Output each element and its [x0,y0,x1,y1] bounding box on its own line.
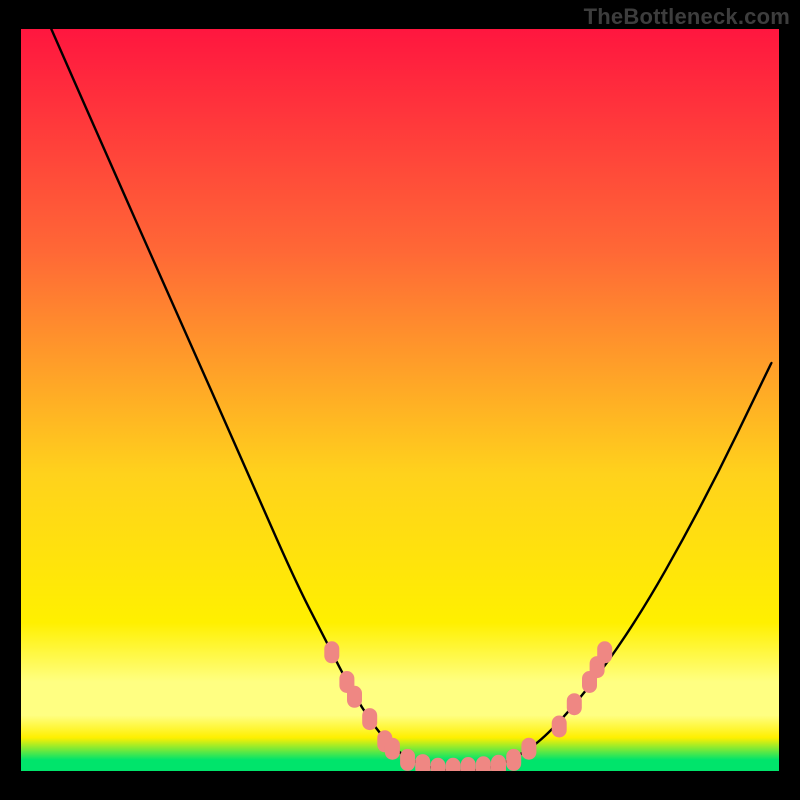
data-marker [446,758,461,780]
plot-background [21,29,779,771]
data-marker [430,758,445,780]
data-marker [491,755,506,777]
data-marker [506,749,521,771]
data-marker [400,749,415,771]
data-marker [362,708,377,730]
data-marker [461,757,476,779]
chart-stage: TheBottleneck.com [0,0,800,800]
data-marker [415,754,430,776]
data-marker [552,716,567,738]
data-marker [567,693,582,715]
data-marker [521,738,536,760]
data-marker [476,756,491,778]
data-marker [385,738,400,760]
chart-svg [0,0,800,800]
data-marker [347,686,362,708]
data-marker [324,641,339,663]
data-marker [597,641,612,663]
